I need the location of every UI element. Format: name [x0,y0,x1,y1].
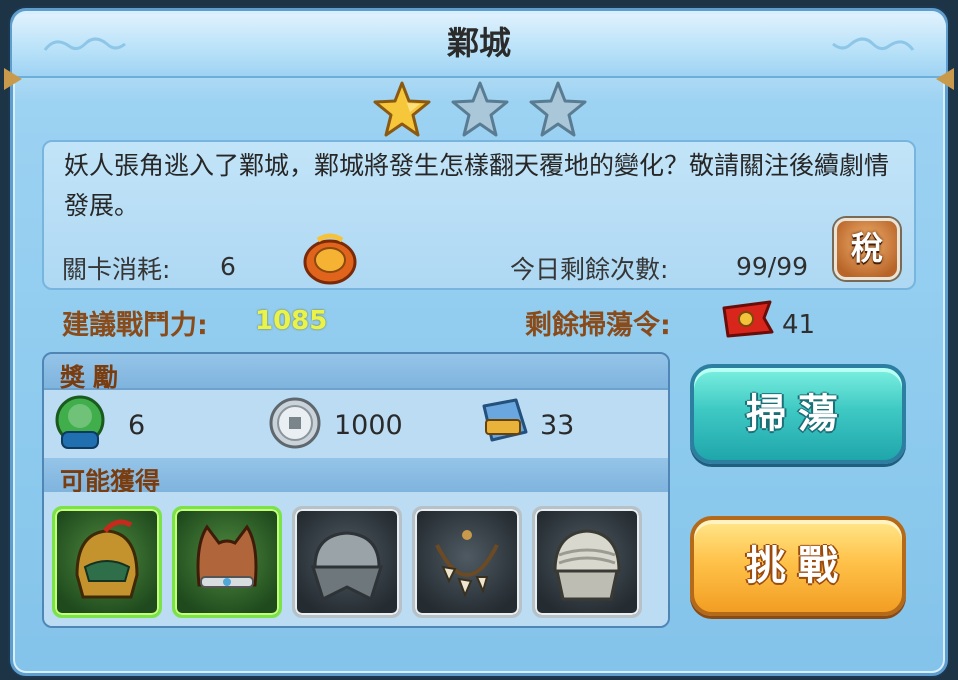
rewards-header [44,354,668,388]
sweep-flag-icon [722,300,774,338]
corner-ornament-left [4,68,22,90]
star-rating [372,80,588,140]
drop-slot-cap[interactable] [292,506,402,618]
sweep-button[interactable]: 掃蕩 [690,364,906,464]
challenge-button[interactable]: 挑戰 [690,516,906,616]
star-empty-icon [529,81,587,137]
stage-description: 妖人張角逃入了鄴城，鄴城將發生怎樣翻天覆地的變化？敬請關注後續劇情發展。 [64,151,890,220]
cat-hood-icon [196,524,258,588]
sweep-tokens-label: 剩餘掃蕩令: [525,310,671,341]
helmet-icon [75,519,139,599]
sweep-tokens-value: 41 [782,310,816,340]
lord-exp-icon [55,395,105,449]
star-filled-icon [373,81,431,137]
stage-cost-value: 6 [220,252,236,281]
exp-book-icon [482,398,528,442]
remaining-today-value: 99/99 [736,252,809,281]
recommended-power-label: 建議戰鬥力: [62,310,208,341]
drop-slot-hood[interactable] [172,506,282,618]
drop-slot-bandana[interactable] [532,506,642,618]
stage-cost-label: 關卡消耗: [62,255,171,284]
stage-title: 鄴城 [446,24,511,62]
cloth-cap-icon [310,531,384,602]
tooth-necklace-icon [435,530,499,598]
recommended-power-value: 1085 [255,306,328,336]
stamina-token-icon [303,233,357,285]
bandana-icon [553,529,621,601]
rewards-title: 獎勵 [60,363,127,392]
corner-ornament-right [936,68,954,90]
drop-slot-necklace[interactable] [412,506,522,618]
coin-icon [269,397,321,449]
remaining-today-label: 今日剩餘次數: [510,255,669,284]
drop-slot-helmet[interactable] [52,506,162,618]
tax-button[interactable]: 稅 [834,218,900,280]
reward-value-lord-exp: 6 [128,410,146,441]
reward-value-exp: 33 [540,410,575,441]
reward-value-coin: 1000 [334,410,403,441]
star-empty-icon [451,81,509,137]
